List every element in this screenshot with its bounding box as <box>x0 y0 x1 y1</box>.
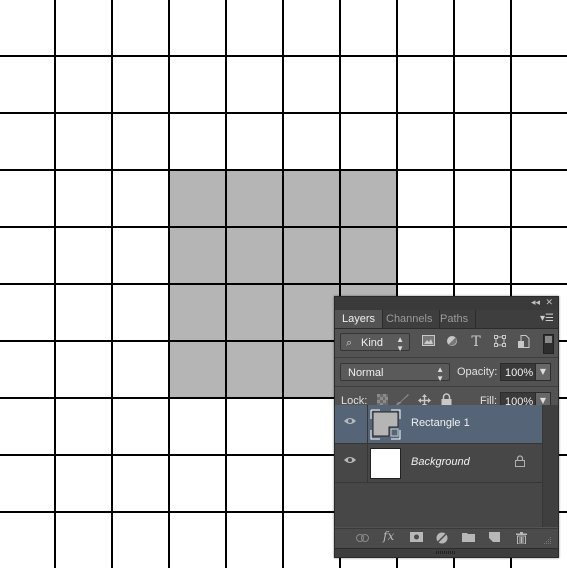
background-layer-thumbnail[interactable] <box>370 448 401 479</box>
fx-icon[interactable]: fx <box>383 530 394 543</box>
grid-line-horizontal <box>0 226 567 228</box>
updown-icon: ▲ ▼ <box>396 335 404 353</box>
resize-grip-icon[interactable] <box>542 535 552 548</box>
panel-titlebar[interactable]: ◂◂ ✕ <box>335 297 558 310</box>
type-layer-filter-icon[interactable]: T <box>469 335 483 349</box>
opacity-label: Opacity: <box>457 366 498 378</box>
grid-line-horizontal <box>0 169 567 171</box>
drag-grip[interactable] <box>436 551 456 554</box>
search-icon: ⌕ <box>346 337 353 349</box>
visibility-eye-icon[interactable] <box>344 456 356 464</box>
delete-layer-icon[interactable] <box>516 532 527 547</box>
grid-line-horizontal <box>0 112 567 114</box>
new-adjustment-layer-icon[interactable] <box>436 532 448 547</box>
divider <box>367 405 368 443</box>
layers-scrollbar[interactable] <box>542 405 558 527</box>
layer-name[interactable]: Rectangle 1 <box>411 417 470 429</box>
updown-icon: ▲ ▼ <box>436 365 444 383</box>
pixel-layer-filter-icon[interactable] <box>421 335 435 349</box>
filter-row: ⌕ Kind ▲ ▼ T <box>335 329 558 358</box>
close-icon[interactable]: ✕ <box>545 297 553 310</box>
panel-menu-icon[interactable]: ▾☰ <box>540 313 554 324</box>
visibility-eye-icon[interactable] <box>344 417 356 425</box>
layer-lock-icon <box>515 455 525 470</box>
tab-channels[interactable]: Channels <box>379 310 441 328</box>
smart-object-filter-icon[interactable] <box>517 335 531 349</box>
layer-row-rectangle-1[interactable]: Rectangle 1 <box>335 405 542 444</box>
panel-bottom-bar[interactable] <box>335 548 558 557</box>
panel-footer: fx <box>335 528 558 548</box>
panel-tabs: Layers Channels Paths ▾☰ <box>335 310 558 329</box>
new-layer-icon[interactable] <box>489 532 500 545</box>
opacity-input[interactable]: 100% <box>500 363 536 381</box>
divider <box>367 444 368 482</box>
link-layers-icon[interactable] <box>356 532 369 545</box>
layer-name[interactable]: Background <box>411 456 470 468</box>
tab-layers[interactable]: Layers <box>335 310 384 328</box>
filter-toggle[interactable] <box>543 334 554 354</box>
blend-mode-dropdown[interactable]: Normal ▲ ▼ <box>340 363 450 383</box>
adjustment-layer-filter-icon[interactable] <box>445 335 459 349</box>
add-mask-icon[interactable] <box>410 532 423 545</box>
opacity-dropdown-button[interactable]: ▼ <box>535 363 551 381</box>
shape-layer-thumbnail[interactable] <box>370 409 401 440</box>
layers-list: Rectangle 1 Background <box>335 405 542 527</box>
blend-mode-value: Normal <box>348 367 384 379</box>
blend-row: Normal ▲ ▼ Opacity: 100% ▼ <box>335 358 558 387</box>
grid-line-horizontal <box>0 283 567 285</box>
shape-layer-filter-icon[interactable] <box>493 335 507 349</box>
toggle-knob <box>545 336 552 343</box>
filter-kind-dropdown[interactable]: ⌕ Kind ▲ ▼ <box>340 333 410 353</box>
new-group-icon[interactable] <box>462 532 475 545</box>
filter-kind-label: Kind <box>361 337 384 349</box>
layers-panel: ◂◂ ✕ Layers Channels Paths ▾☰ ⌕ Kind ▲ ▼ … <box>334 296 559 558</box>
layer-row-background[interactable]: Background <box>335 444 542 483</box>
collapse-icon[interactable]: ◂◂ <box>531 297 540 310</box>
tab-paths[interactable]: Paths <box>433 310 477 328</box>
grid-line-horizontal <box>0 55 567 57</box>
